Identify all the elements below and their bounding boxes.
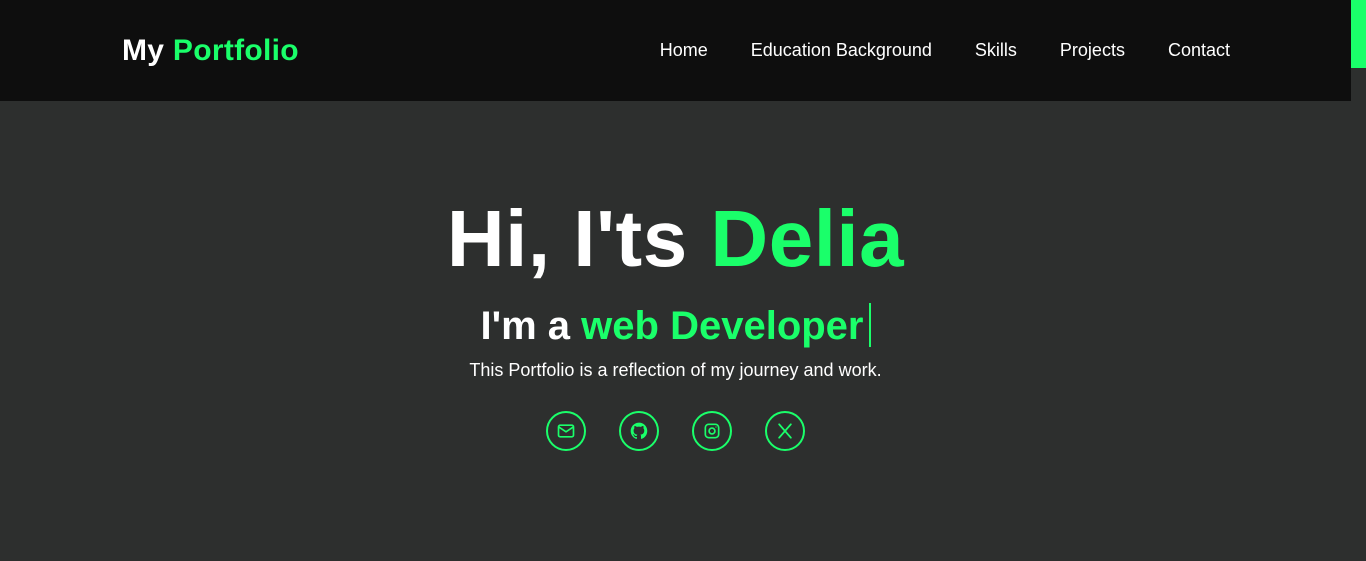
role-text: web Developer bbox=[581, 304, 864, 348]
logo-prefix: My bbox=[122, 34, 165, 67]
main-nav: Home Education Background Skills Project… bbox=[660, 38, 1230, 62]
hero-greeting: Hi, I'ts bbox=[446, 194, 688, 283]
typing-caret bbox=[868, 303, 871, 347]
hero-subtitle: I'm a web Developer bbox=[0, 301, 1351, 351]
hero-section: Hi, I'ts Delia I'm a web Developer This … bbox=[0, 101, 1351, 561]
nav-education-background[interactable]: Education Background bbox=[751, 38, 932, 62]
role-prefix: I'm a bbox=[480, 304, 571, 348]
github-link[interactable] bbox=[619, 411, 659, 451]
nav-projects[interactable]: Projects bbox=[1060, 38, 1125, 62]
logo-accent: Portfolio bbox=[172, 34, 299, 67]
mail-icon bbox=[557, 424, 575, 438]
mail-link[interactable] bbox=[546, 411, 586, 451]
hero-name: Delia bbox=[710, 194, 905, 283]
nav-contact[interactable]: Contact bbox=[1168, 38, 1230, 62]
hero-title: Hi, I'ts Delia bbox=[0, 194, 1351, 284]
github-icon bbox=[630, 422, 648, 439]
nav-skills[interactable]: Skills bbox=[975, 38, 1017, 62]
site-header: My Portfolio Home Education Background S… bbox=[0, 0, 1351, 101]
instagram-link[interactable] bbox=[692, 411, 732, 451]
scrollbar-thumb[interactable] bbox=[1351, 0, 1366, 68]
x-twitter-icon bbox=[778, 423, 792, 439]
x-twitter-link[interactable] bbox=[765, 411, 805, 451]
nav-home[interactable]: Home bbox=[660, 38, 708, 62]
site-logo[interactable]: My Portfolio bbox=[122, 33, 299, 69]
social-links bbox=[0, 411, 1351, 451]
instagram-icon bbox=[704, 423, 720, 439]
page-scrollbar[interactable] bbox=[1351, 0, 1366, 561]
hero-description: This Portfolio is a reflection of my jou… bbox=[469, 360, 882, 380]
